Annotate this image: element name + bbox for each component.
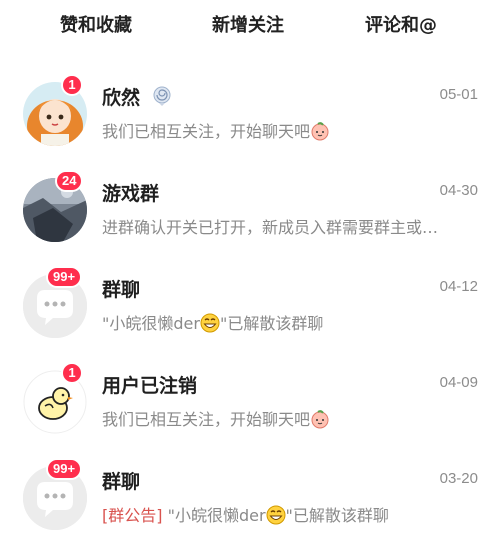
preview-text: "已解散该群聊 (285, 506, 389, 525)
conversation-row[interactable]: 99+ 群聊 04-12 "小皖很懒der "已解散该群聊 (0, 258, 500, 354)
conversation-name: 群聊 (102, 471, 141, 493)
peach-emoji-icon (311, 410, 329, 429)
conversation-row[interactable]: 24 游戏群 04-30 进群确认开关已打开，新成员入群需要群主或… (0, 162, 500, 258)
preview-text: 我们已相互关注，开始聊天吧 (102, 410, 311, 429)
conversation-preview: [群公告] "小皖很懒der "已解散该群聊 (102, 502, 478, 526)
preview-text: "小皖很懒der (167, 506, 266, 525)
tab-comments-and-mentions[interactable]: 评论和@ (365, 11, 437, 37)
conversation-row[interactable]: 1 欣然 05-01 我们已相互关注，开始聊天吧 (0, 66, 500, 162)
conversation-date: 04-12 (439, 278, 478, 295)
conversation-name: 游戏群 (102, 183, 160, 205)
conversation-name: 群聊 (102, 279, 141, 301)
peach-emoji-icon (311, 122, 329, 141)
top-tab-bar: 赞和收藏 新增关注 评论和@ (0, 0, 500, 46)
unread-badge: 99+ (46, 458, 83, 480)
grin-emoji-icon (200, 313, 220, 333)
conversation-date: 05-01 (439, 86, 478, 103)
conversation-preview: 进群确认开关已打开，新成员入群需要群主或… (102, 218, 439, 237)
unread-badge: 1 (61, 74, 83, 96)
conversation-preview: "小皖很懒der "已解散该群聊 (102, 310, 478, 334)
unread-badge: 99+ (46, 266, 83, 288)
unread-badge: 24 (55, 170, 84, 192)
group-announcement-tag: [群公告] (102, 506, 163, 525)
conversation-date: 04-09 (439, 374, 478, 391)
tab-likes-and-favorites[interactable]: 赞和收藏 (60, 11, 132, 37)
conversation-date: 04-30 (439, 182, 478, 199)
conversation-name: 用户已注销 (102, 375, 198, 397)
conversation-name: 欣然 (102, 83, 173, 110)
conversation-preview: 我们已相互关注，开始聊天吧 (102, 406, 478, 430)
conversation-row[interactable]: 1 用户已注销 04-09 我们已相互关注，开始聊天吧 (0, 354, 500, 450)
unread-badge: 1 (61, 362, 83, 384)
conversation-row[interactable]: 99+ 群聊 03-20 [群公告] "小皖很懒der "已解散该群聊 (0, 450, 500, 546)
conversation-preview: 我们已相互关注，开始聊天吧 (102, 118, 478, 142)
preview-text: 我们已相互关注，开始聊天吧 (102, 122, 311, 141)
preview-text: "小皖很懒der (102, 314, 200, 333)
preview-text: "已解散该群聊 (219, 314, 324, 333)
conversation-name-text: 欣然 (102, 87, 141, 109)
conversation-date: 03-20 (439, 470, 478, 487)
spiral-shell-icon (153, 86, 171, 106)
tab-new-followers[interactable]: 新增关注 (212, 11, 284, 37)
grin-emoji-icon (266, 505, 286, 525)
